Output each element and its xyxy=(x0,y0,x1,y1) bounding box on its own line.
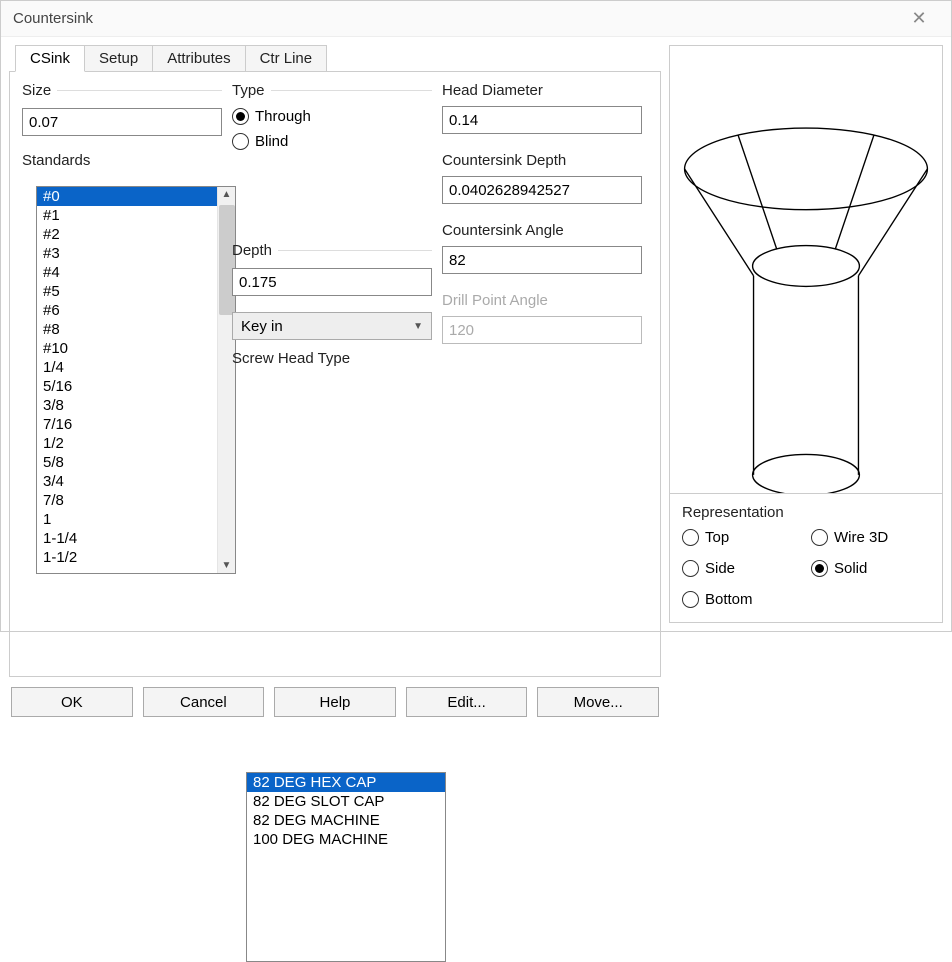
screwhead-item[interactable]: 100 DEG MACHINE xyxy=(247,830,445,849)
representation-solid-radio[interactable]: Solid xyxy=(811,560,930,577)
tab-attributes[interactable]: Attributes xyxy=(152,45,245,72)
tab-strip: CSink Setup Attributes Ctr Line xyxy=(9,45,661,72)
screwhead-item[interactable]: 82 DEG HEX CAP xyxy=(247,773,445,792)
representation-option-label: Top xyxy=(705,529,729,546)
standards-item[interactable]: 3/4 xyxy=(37,472,235,491)
cancel-button[interactable]: Cancel xyxy=(143,687,265,717)
standards-item[interactable]: 7/16 xyxy=(37,415,235,434)
help-button[interactable]: Help xyxy=(274,687,396,717)
help-label: Help xyxy=(320,694,351,711)
representation-label: Representation xyxy=(682,504,784,521)
keyin-label: Key in xyxy=(241,318,283,335)
standards-item[interactable]: #0 xyxy=(37,187,235,206)
screwhead-item[interactable]: 82 DEG MACHINE xyxy=(247,811,445,830)
size-input[interactable] xyxy=(22,108,222,136)
keyin-dropdown[interactable]: Key in ▼ xyxy=(232,312,432,340)
standards-item[interactable]: #2 xyxy=(37,225,235,244)
headdia-label: Head Diameter xyxy=(442,82,543,99)
screwhead-listbox[interactable]: 82 DEG HEX CAP82 DEG SLOT CAP82 DEG MACH… xyxy=(246,772,446,962)
standards-item[interactable]: #1 xyxy=(37,206,235,225)
csdepth-input[interactable] xyxy=(442,176,642,204)
standards-item[interactable]: #10 xyxy=(37,339,235,358)
tab-panel: Size Standards #0#1#2#3#4#5#6#8#101/45/1… xyxy=(9,71,661,677)
drillangle-input xyxy=(442,316,642,344)
standards-item[interactable]: 3/8 xyxy=(37,396,235,415)
title-bar: Countersink ✕ xyxy=(1,1,951,37)
dialog-buttons: OK Cancel Help Edit... Move... xyxy=(9,677,661,719)
chevron-down-icon: ▼ xyxy=(413,321,423,332)
move-label: Move... xyxy=(574,694,623,711)
csangle-input[interactable] xyxy=(442,246,642,274)
scroll-down-icon[interactable]: ▼ xyxy=(222,558,232,573)
representation-side-radio[interactable]: Side xyxy=(682,560,801,577)
standards-item[interactable]: 1-1/2 xyxy=(37,548,235,567)
standards-item[interactable]: 1 xyxy=(37,510,235,529)
csangle-label: Countersink Angle xyxy=(442,222,564,239)
standards-item[interactable]: 1-1/4 xyxy=(37,529,235,548)
scroll-up-icon[interactable]: ▲ xyxy=(222,187,232,202)
standards-item[interactable]: #6 xyxy=(37,301,235,320)
standards-item[interactable]: 5/16 xyxy=(37,377,235,396)
depth-label: Depth xyxy=(232,242,272,259)
window-title: Countersink xyxy=(13,10,899,27)
representation-option-label: Solid xyxy=(834,560,867,577)
standards-item[interactable]: #5 xyxy=(37,282,235,301)
edit-button[interactable]: Edit... xyxy=(406,687,528,717)
standards-item[interactable]: #4 xyxy=(37,263,235,282)
representation-option-label: Bottom xyxy=(705,591,753,608)
standards-item[interactable]: 1/2 xyxy=(37,434,235,453)
type-blind-radio[interactable]: Blind xyxy=(232,133,432,150)
standards-item[interactable]: 1/4 xyxy=(37,358,235,377)
representation-wire-3d-radio[interactable]: Wire 3D xyxy=(811,529,930,546)
type-blind-label: Blind xyxy=(255,133,288,150)
headdia-input[interactable] xyxy=(442,106,642,134)
cancel-label: Cancel xyxy=(180,694,227,711)
preview-pane: Representation Top Wire 3D Side Solid Bottom xyxy=(669,45,943,623)
representation-top-radio[interactable]: Top xyxy=(682,529,801,546)
ok-button[interactable]: OK xyxy=(11,687,133,717)
standards-item[interactable]: #3 xyxy=(37,244,235,263)
representation-bottom-radio[interactable]: Bottom xyxy=(682,591,801,608)
screwhead-label: Screw Head Type xyxy=(232,350,350,367)
drillangle-label: Drill Point Angle xyxy=(442,292,548,309)
type-label: Type xyxy=(232,82,265,99)
ok-label: OK xyxy=(61,694,83,711)
move-button[interactable]: Move... xyxy=(537,687,659,717)
csdepth-label: Countersink Depth xyxy=(442,152,566,169)
standards-item[interactable]: 7/8 xyxy=(37,491,235,510)
standards-label: Standards xyxy=(22,152,90,169)
standards-item[interactable]: #8 xyxy=(37,320,235,339)
standards-item[interactable]: 5/8 xyxy=(37,453,235,472)
representation-option-label: Side xyxy=(705,560,735,577)
standards-listbox[interactable]: #0#1#2#3#4#5#6#8#101/45/163/87/161/25/83… xyxy=(36,186,236,574)
screwhead-item[interactable]: 82 DEG SLOT CAP xyxy=(247,792,445,811)
type-through-label: Through xyxy=(255,108,311,125)
representation-option-label: Wire 3D xyxy=(834,529,888,546)
edit-label: Edit... xyxy=(447,694,485,711)
scroll-thumb[interactable] xyxy=(219,205,235,315)
close-icon[interactable]: ✕ xyxy=(899,8,939,29)
depth-input[interactable] xyxy=(232,268,432,296)
size-label: Size xyxy=(22,82,51,99)
type-through-radio[interactable]: Through xyxy=(232,108,432,125)
tab-ctr-line[interactable]: Ctr Line xyxy=(245,45,328,72)
tab-csink[interactable]: CSink xyxy=(15,45,85,72)
tab-setup[interactable]: Setup xyxy=(84,45,153,72)
